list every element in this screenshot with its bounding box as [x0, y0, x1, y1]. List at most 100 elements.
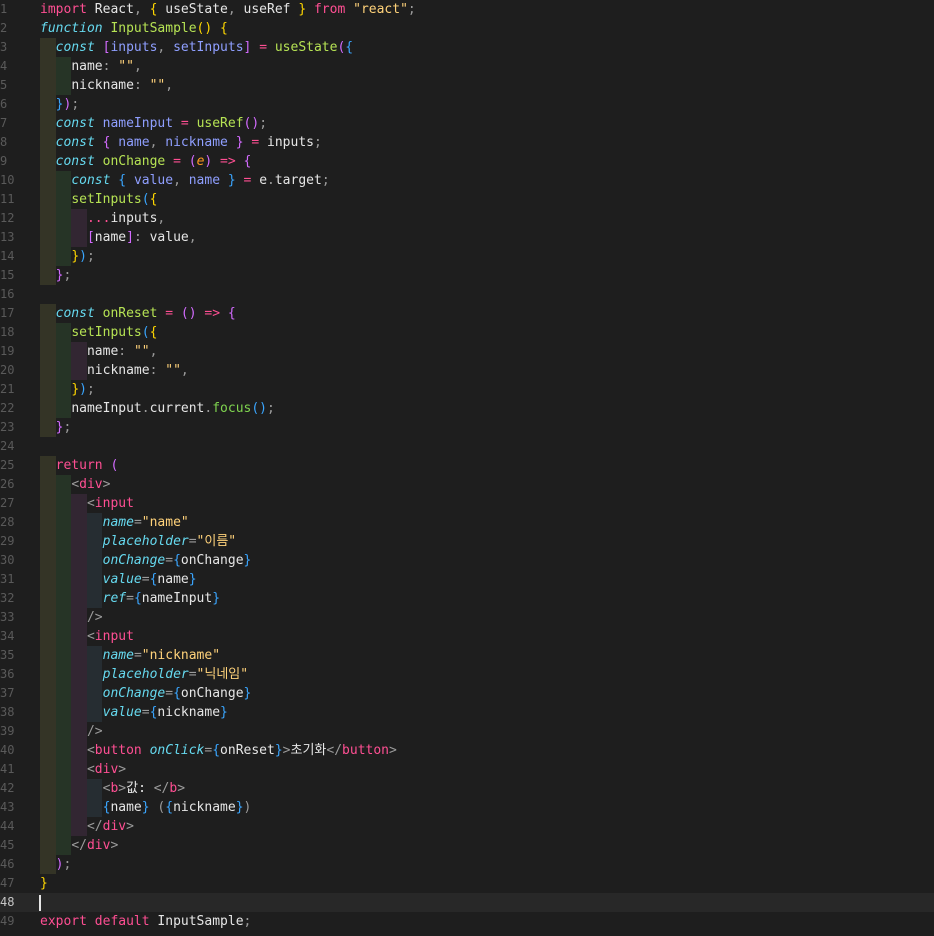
code-line[interactable]: 4 name: "", [0, 57, 934, 76]
code-text: onChange={onChange} [40, 684, 252, 703]
code-line[interactable]: 47} [0, 874, 934, 893]
code-token: > [282, 743, 291, 758]
code-line[interactable]: 24 [0, 437, 934, 456]
code-line[interactable]: 3 const [inputs, setInputs] = useState({ [0, 38, 934, 57]
line-number: 14 [0, 249, 15, 263]
code-token: { [173, 686, 181, 701]
code-line[interactable]: 12 ...inputs, [0, 209, 934, 228]
code-text: </div> [40, 836, 118, 855]
code-token: const [55, 306, 95, 321]
code-line[interactable]: 38 value={nickname} [0, 703, 934, 722]
code-token: ... [86, 211, 111, 226]
code-line[interactable]: 37 onChange={onChange} [0, 684, 934, 703]
code-token: ( [110, 458, 119, 473]
code-line[interactable]: 48 [0, 893, 934, 912]
code-line[interactable]: 43 {name} ({nickname}) [0, 798, 934, 817]
code-line[interactable]: 36 placeholder="닉네임" [0, 665, 934, 684]
code-line[interactable]: 20 nickname: "", [0, 361, 934, 380]
code-line[interactable]: 46 ); [0, 855, 934, 874]
code-line[interactable]: 15 }; [0, 266, 934, 285]
code-token: < [86, 629, 95, 644]
code-line[interactable]: 13 [name]: value, [0, 228, 934, 247]
code-line[interactable]: 1 import React, { useState, useRef } from… [0, 0, 934, 19]
code-text: name="name" [40, 513, 189, 532]
code-token: name [110, 800, 142, 815]
code-token: } [40, 876, 48, 891]
code-text: ...inputs, [40, 209, 165, 228]
code-token: onReset [102, 306, 158, 321]
code-line[interactable]: 27 <input [0, 494, 934, 513]
line-number: 18 [0, 325, 15, 339]
code-line[interactable]: 23 }; [0, 418, 934, 437]
code-token: () [243, 116, 260, 131]
code-line[interactable]: 19 name: "", [0, 342, 934, 361]
code-token: button [94, 743, 142, 758]
code-token: value [149, 230, 189, 245]
code-text: const [inputs, setInputs] = useState({ [40, 38, 353, 57]
code-line[interactable]: 17 const onReset = () => { [0, 304, 934, 323]
code-token: > [118, 781, 127, 796]
code-line[interactable]: 21 }); [0, 380, 934, 399]
code-line[interactable]: 35 name="nickname" [0, 646, 934, 665]
code-line[interactable]: 25 return ( [0, 456, 934, 475]
code-token: div [79, 477, 103, 492]
code-line[interactable]: 28 name="name" [0, 513, 934, 532]
code-line[interactable]: 42 <b>값: </b> [0, 779, 934, 798]
code-token: = [251, 135, 260, 150]
code-line[interactable]: 32 ref={nameInput} [0, 589, 934, 608]
code-line[interactable]: 31 value={name} [0, 570, 934, 589]
code-line[interactable]: 40 <button onClick={onReset}>초기화</button… [0, 741, 934, 760]
code-text: [name]: value, [40, 228, 197, 247]
code-line[interactable]: 39 /> [0, 722, 934, 741]
code-token: 초기화 [290, 743, 327, 758]
code-line[interactable]: 8 const { name, nickname } = inputs; [0, 133, 934, 152]
code-text: value={name} [40, 570, 197, 589]
code-line[interactable]: 30 onChange={onChange} [0, 551, 934, 570]
code-line[interactable]: 26 <div> [0, 475, 934, 494]
code-token: 값: [126, 781, 154, 796]
code-line[interactable]: 14 }); [0, 247, 934, 266]
code-text: }); [40, 380, 94, 399]
code-line[interactable]: 7 const nameInput = useRef(); [0, 114, 934, 133]
code-line[interactable]: 10 const { value, name } = e.target; [0, 171, 934, 190]
code-line[interactable]: 6 }); [0, 95, 934, 114]
code-line[interactable]: 5 nickname: "", [0, 76, 934, 95]
line-number: 26 [0, 477, 15, 491]
code-line[interactable]: 44 </div> [0, 817, 934, 836]
code-token: inputs [110, 211, 158, 226]
code-token: : [133, 230, 142, 245]
code-token: target [274, 173, 322, 188]
code-line[interactable]: 11 setInputs({ [0, 190, 934, 209]
code-token: > [110, 838, 119, 853]
code-token: useRef [235, 2, 299, 17]
code-line[interactable]: 33 /> [0, 608, 934, 627]
code-line[interactable]: 9 const onChange = (e) => { [0, 152, 934, 171]
code-line[interactable]: 18 setInputs({ [0, 323, 934, 342]
code-line[interactable]: 41 <div> [0, 760, 934, 779]
line-number: 40 [0, 743, 15, 757]
code-token: , [173, 173, 181, 188]
code-line[interactable]: 2 function InputSample() { [0, 19, 934, 38]
code-line[interactable]: 49 export default InputSample; [0, 912, 934, 931]
code-line[interactable]: 16 [0, 285, 934, 304]
code-line[interactable]: 34 <input [0, 627, 934, 646]
code-line[interactable]: 22 nameInput.current.focus(); [0, 399, 934, 418]
code-token: ; [63, 420, 72, 435]
code-line[interactable]: 29 placeholder="이름" [0, 532, 934, 551]
line-number: 49 [0, 914, 15, 928]
code-editor[interactable]: 1 import React, { useState, useRef } from… [0, 0, 934, 936]
code-token: = [141, 572, 150, 587]
line-number: 7 [0, 116, 8, 130]
code-line[interactable]: 45 </div> [0, 836, 934, 855]
